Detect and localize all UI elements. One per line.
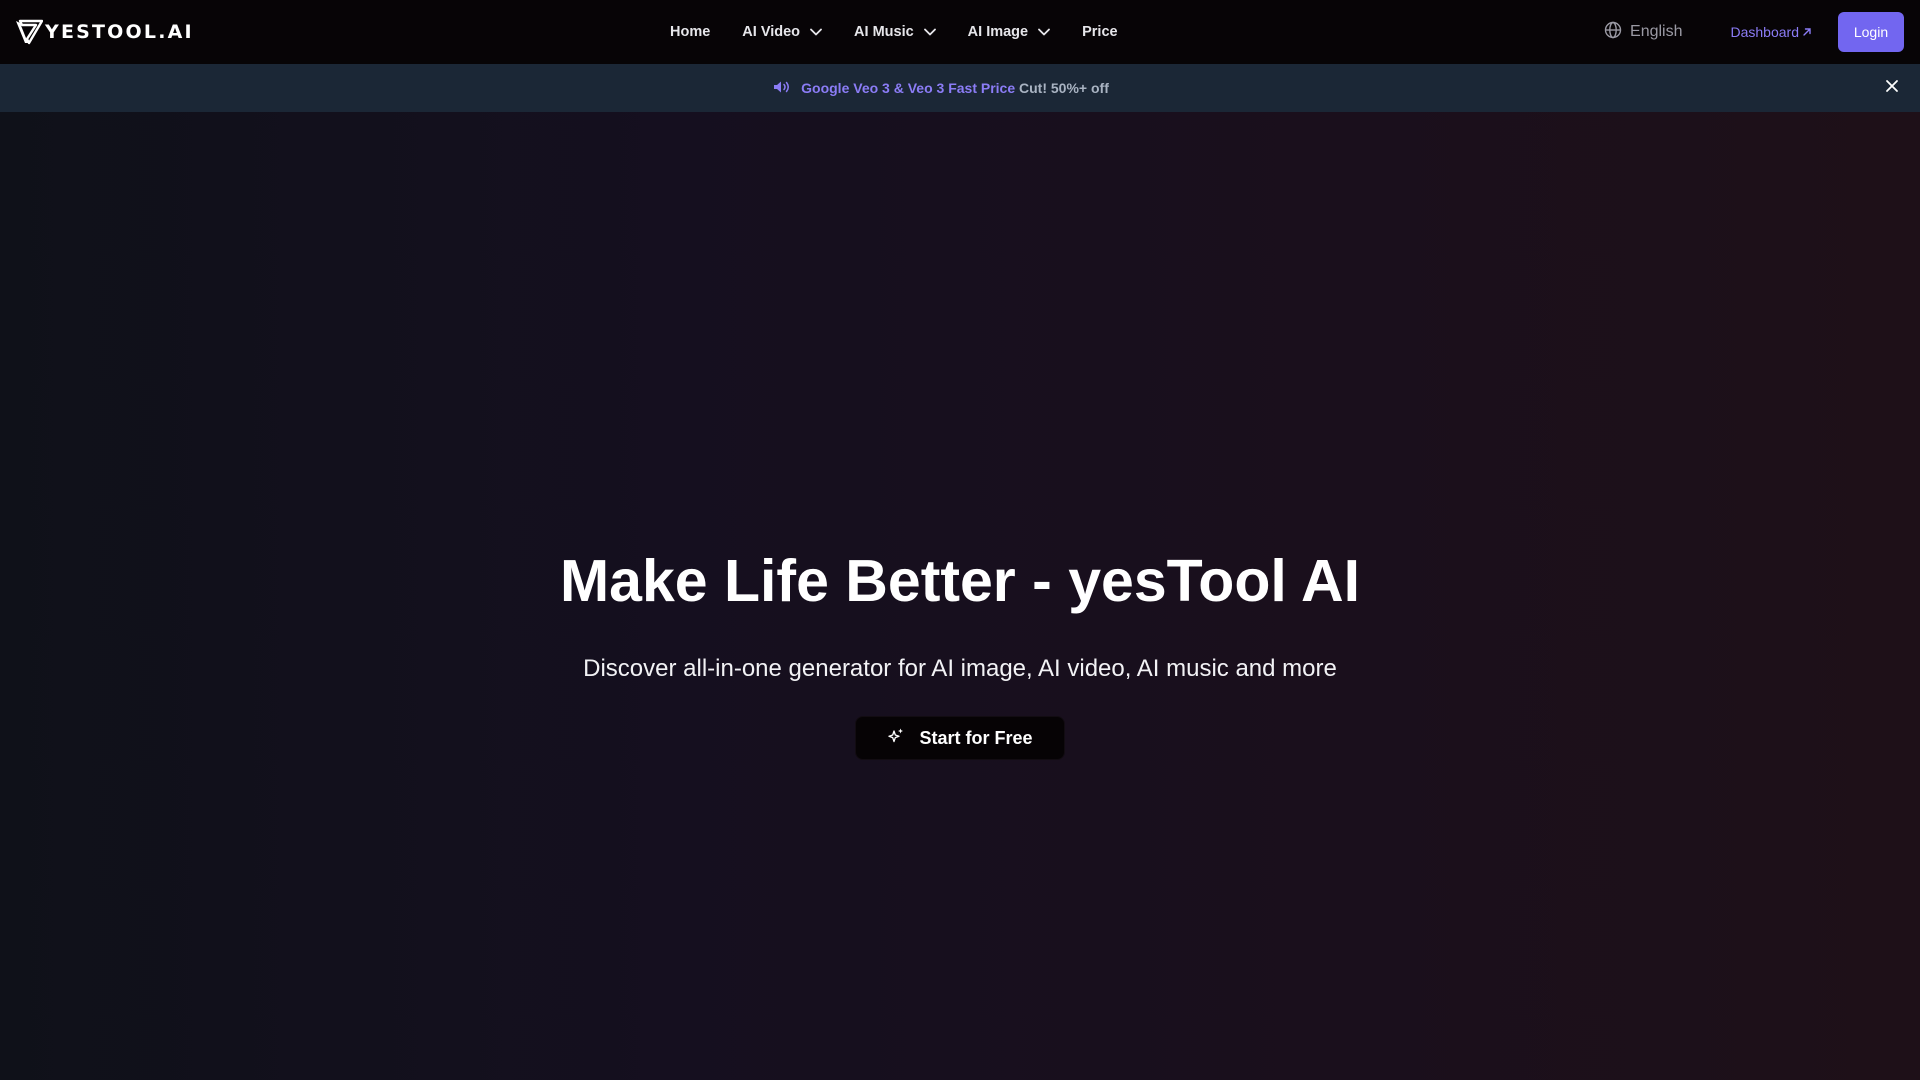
globe-icon — [1604, 21, 1622, 44]
top-navbar: YESTOOL.AI Home AI Video AI Music AI Ima… — [0, 0, 1920, 64]
nav-item-label: Price — [1082, 24, 1118, 40]
language-label: English — [1630, 23, 1683, 40]
chevron-down-icon — [923, 28, 936, 36]
chevron-down-icon — [1038, 28, 1051, 36]
sparkles-icon — [887, 727, 905, 750]
announcement-content[interactable]: Google Veo 3 & Veo 3 Fast Price Cut! 50%… — [773, 80, 1109, 97]
nav-item-label: AI Music — [854, 24, 914, 40]
v-mark-logo-icon — [16, 19, 43, 45]
cta-label: Start for Free — [919, 727, 1033, 748]
nav-item-label: AI Image — [967, 24, 1029, 40]
close-icon — [1885, 79, 1899, 98]
nav-item-ai-music[interactable]: AI Music — [854, 0, 936, 64]
hero-title: Make Life Better - yesTool AI — [560, 548, 1360, 614]
nav-right-group: English Dashboard Login — [1604, 0, 1904, 64]
close-announcement-button[interactable] — [1882, 78, 1902, 98]
arrow-up-right-icon — [1802, 24, 1812, 40]
login-button[interactable]: Login — [1838, 12, 1904, 52]
announcement-bar: Google Veo 3 & Veo 3 Fast Price Cut! 50%… — [0, 64, 1920, 112]
brand-logo-text: YESTOOL.AI — [45, 21, 194, 43]
announcement-highlight: Google Veo 3 & Veo 3 Fast Price — [801, 80, 1016, 96]
chevron-down-icon — [810, 28, 822, 36]
speaker-icon — [773, 80, 791, 97]
brand-logo[interactable]: YESTOOL.AI — [15, 19, 194, 45]
language-selector[interactable]: English — [1604, 21, 1683, 44]
hero-section: Make Life Better - yesTool AI Discover a… — [0, 112, 1920, 1080]
nav-item-label: AI Video — [742, 24, 801, 40]
start-for-free-button[interactable]: Start for Free — [855, 716, 1065, 760]
nav-item-ai-image[interactable]: AI Image — [967, 0, 1051, 64]
dashboard-link[interactable]: Dashboard — [1731, 24, 1813, 40]
nav-item-label: Home — [670, 24, 711, 40]
dashboard-label: Dashboard — [1730, 24, 1800, 40]
nav-item-price[interactable]: Price — [1082, 0, 1117, 64]
main-nav: Home AI Video AI Music AI Image Price — [670, 0, 1150, 64]
nav-item-home[interactable]: Home — [670, 0, 710, 64]
nav-item-ai-video[interactable]: AI Video — [742, 0, 822, 64]
hero-subtitle: Discover all-in-one generator for AI ima… — [583, 655, 1337, 682]
announcement-text: Cut! 50%+ off — [1019, 80, 1109, 96]
